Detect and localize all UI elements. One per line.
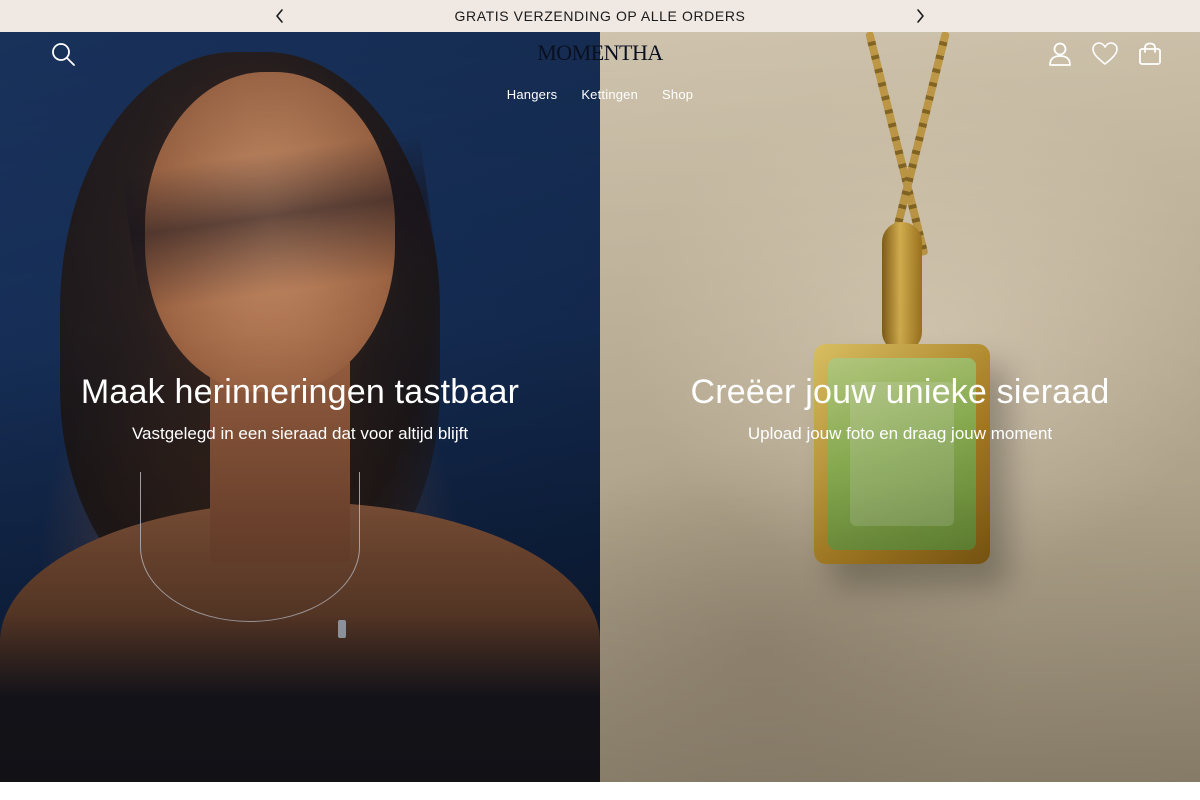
hero-title-right: Creëer jouw unieke sieraad	[690, 373, 1110, 411]
site-header: MOMENTHA Hangers Kettingen Shop	[0, 32, 1200, 122]
hero-panel-create[interactable]: Creëer jouw unieke sieraad Upload jouw f…	[600, 32, 1200, 782]
page-background	[0, 782, 1200, 800]
nav-item-kettingen[interactable]: Kettingen	[581, 87, 638, 102]
nav-item-shop[interactable]: Shop	[662, 87, 693, 102]
search-icon	[52, 43, 75, 66]
shopping-bag-icon	[1139, 42, 1161, 65]
hero-subtitle-left: Vastgelegd in een sieraad dat voor altij…	[131, 424, 469, 443]
cart-button[interactable]	[1136, 40, 1164, 68]
user-icon	[1049, 42, 1071, 66]
heart-icon	[1092, 42, 1118, 65]
hero-banner: Maak herinneringen tastbaar Vastgelegd i…	[0, 32, 1200, 782]
brand-logo[interactable]: MOMENTHA	[500, 40, 700, 68]
account-button[interactable]	[1046, 40, 1074, 68]
announcement-text: GRATIS VERZENDING OP ALLE ORDERS	[454, 8, 746, 24]
hero-copy-right: Creëer jouw unieke sieraad Upload jouw f…	[600, 372, 1200, 444]
announcement-next-button[interactable]	[910, 6, 930, 26]
chevron-left-icon	[276, 9, 283, 23]
announcement-prev-button[interactable]	[270, 6, 290, 26]
hero-panel-memories[interactable]: Maak herinneringen tastbaar Vastgelegd i…	[0, 32, 600, 782]
announcement-bar: GRATIS VERZENDING OP ALLE ORDERS	[0, 0, 1200, 32]
search-button[interactable]	[49, 40, 77, 68]
main-nav: Hangers Kettingen Shop	[0, 87, 1200, 102]
nav-item-hangers[interactable]: Hangers	[507, 87, 558, 102]
wishlist-button[interactable]	[1091, 40, 1119, 68]
chevron-right-icon	[917, 9, 924, 23]
hero-copy-left: Maak herinneringen tastbaar Vastgelegd i…	[0, 372, 600, 444]
hero-title-left: Maak herinneringen tastbaar	[80, 373, 520, 411]
hero-subtitle-right: Upload jouw foto en draag jouw moment	[747, 424, 1053, 443]
